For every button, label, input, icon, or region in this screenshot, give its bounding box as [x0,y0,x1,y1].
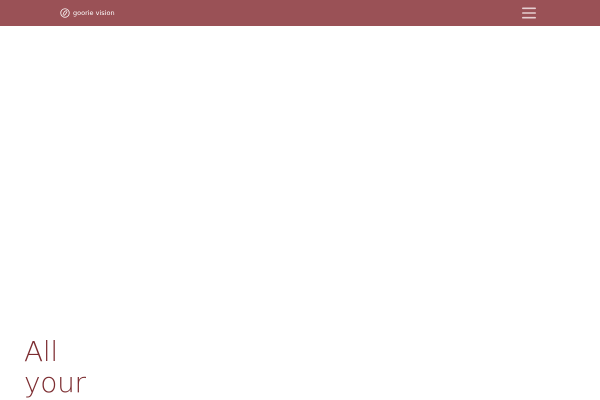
hamburger-menu-icon [522,7,536,19]
hero-line-2: your [24,366,86,399]
menu-button[interactable] [519,5,539,21]
top-header-bar: goorie vision [0,0,600,26]
brand-logo-link[interactable]: goorie vision [60,8,115,18]
page: goorie vision All your [0,0,600,400]
brand-name: goorie vision [73,9,115,17]
hero-heading: All your [24,336,86,398]
swirl-logo-icon [60,8,70,18]
hero-line-1: All [24,335,58,368]
